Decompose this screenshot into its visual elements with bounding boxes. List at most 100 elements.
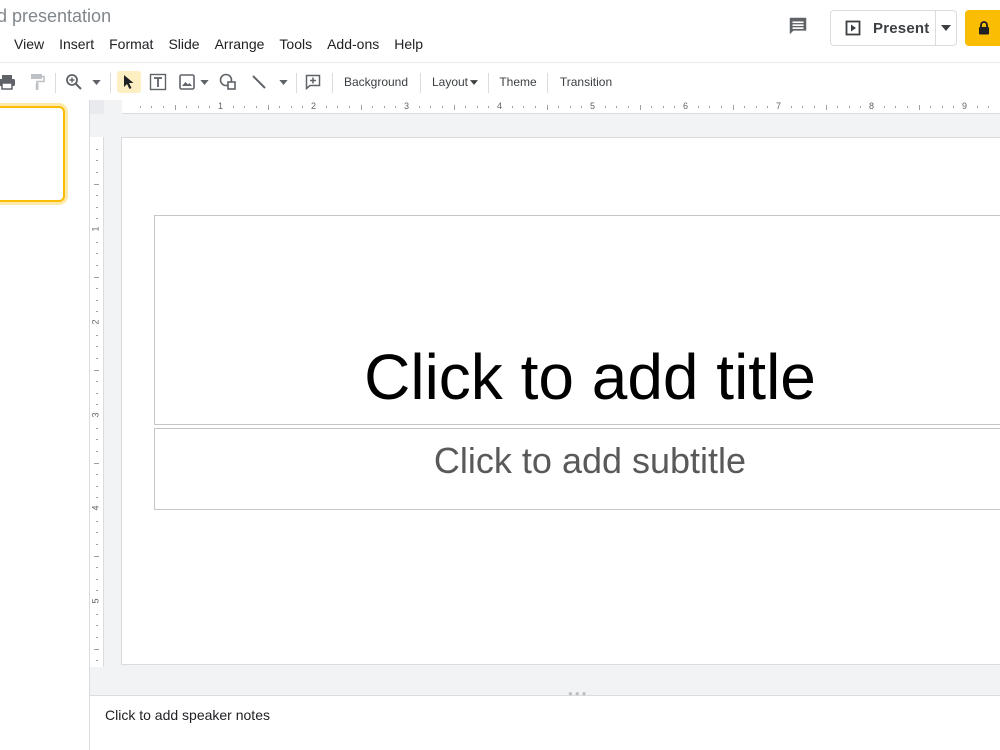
ruler-tick — [96, 520, 98, 522]
ruler-tick — [790, 106, 792, 108]
ruler-tick — [918, 105, 920, 110]
print-button[interactable] — [0, 71, 18, 93]
share-button[interactable] — [965, 10, 1000, 46]
document-title[interactable]: d presentation — [0, 6, 111, 27]
comment-history-button[interactable] — [784, 12, 812, 40]
lock-icon — [979, 21, 989, 35]
slide-canvas[interactable]: Click to add title Click to add subtitle — [121, 137, 1000, 665]
toolbar-divider — [488, 73, 489, 93]
ruler-tick — [732, 105, 734, 110]
vertical-ruler[interactable]: 1 2 3 4 5 — [90, 137, 104, 667]
ruler-tick — [476, 106, 478, 108]
paint-format-icon — [31, 74, 45, 90]
shape-icon — [219, 73, 236, 90]
ruler-tick — [94, 555, 99, 557]
ruler-tick — [953, 106, 955, 108]
select-tool-button[interactable] — [117, 71, 141, 93]
menu-view[interactable]: View — [14, 34, 44, 56]
ruler-tick — [848, 106, 850, 108]
ruler-tick — [186, 106, 188, 108]
menu-help[interactable]: Help — [394, 34, 423, 56]
ruler-corner — [90, 100, 104, 114]
toolbar-divider — [296, 73, 297, 93]
ruler-tick — [96, 439, 98, 441]
paint-format-button[interactable] — [26, 71, 48, 93]
ruler-tick — [546, 105, 548, 110]
zoom-button[interactable] — [63, 71, 103, 93]
ruler-tick — [96, 567, 98, 569]
ruler-tick — [697, 106, 699, 108]
shape-tool-button[interactable] — [217, 71, 239, 93]
image-icon — [179, 74, 195, 90]
speaker-notes-placeholder: Click to add speaker notes — [105, 707, 270, 723]
menu-format[interactable]: Format — [109, 34, 153, 56]
new-comment-button[interactable] — [302, 71, 324, 93]
ruler-tick — [96, 346, 98, 348]
textbox-tool-button[interactable] — [147, 71, 169, 93]
ruler-tick — [96, 148, 98, 150]
menu-insert[interactable]: Insert — [59, 34, 94, 56]
line-icon — [251, 75, 266, 89]
ruler-tick — [94, 648, 99, 650]
background-button[interactable]: Background — [338, 71, 414, 93]
menu-slide[interactable]: Slide — [168, 34, 199, 56]
ruler-tick — [96, 485, 98, 487]
horizontal-ruler[interactable]: 1 2 3 4 5 6 7 8 9 — [122, 100, 1000, 114]
ruler-tick — [523, 106, 525, 108]
new-comment-icon — [305, 74, 321, 90]
ruler-tick — [325, 106, 327, 108]
ruler-tick — [395, 106, 397, 108]
present-button[interactable]: Present — [831, 11, 936, 45]
menu-arrange[interactable]: Arrange — [215, 34, 265, 56]
toolbar-divider — [332, 73, 333, 93]
ruler-tick — [616, 106, 618, 108]
ruler-tick — [96, 660, 98, 662]
ruler-tick — [96, 636, 98, 638]
ruler-tick — [383, 106, 385, 108]
caret-down-icon — [941, 25, 951, 31]
comment-icon — [789, 17, 807, 35]
ruler-tick — [418, 106, 420, 108]
ruler-tick — [534, 106, 536, 108]
title-placeholder[interactable]: Click to add title — [154, 215, 1000, 425]
ruler-label: 2 — [311, 101, 317, 111]
ruler-label: 4 — [90, 505, 101, 511]
slide-editor: 1 2 3 4 5 6 7 8 9 1 2 3 4 5 Click to add title Click… — [90, 100, 1000, 688]
slide-thumbnail[interactable] — [0, 106, 65, 202]
menu-tools[interactable]: Tools — [279, 34, 312, 56]
ruler-tick — [976, 106, 978, 108]
ruler-tick — [453, 105, 455, 110]
ruler-tick — [302, 106, 304, 108]
ruler-tick — [267, 105, 269, 110]
ruler-tick — [837, 106, 839, 108]
caret-down-icon — [200, 79, 209, 85]
present-options-dropdown[interactable] — [936, 11, 956, 45]
ruler-tick — [96, 311, 98, 313]
ruler-tick — [581, 106, 583, 108]
ruler-tick — [96, 450, 98, 452]
line-tool-button[interactable] — [248, 71, 290, 93]
ruler-tick — [96, 253, 98, 255]
ruler-label: 7 — [776, 101, 782, 111]
notes-resize-divider[interactable] — [90, 688, 1000, 696]
ruler-tick — [558, 106, 560, 108]
layout-button[interactable]: Layout — [427, 71, 483, 93]
ruler-tick — [96, 206, 98, 208]
ruler-tick — [360, 105, 362, 110]
theme-button[interactable]: Theme — [495, 71, 541, 93]
subtitle-placeholder[interactable]: Click to add subtitle — [154, 428, 1000, 510]
ruler-label: 1 — [218, 101, 224, 111]
transition-button[interactable]: Transition — [554, 71, 618, 93]
ruler-tick — [96, 381, 98, 383]
ruler-tick — [96, 404, 98, 406]
layout-label: Layout — [431, 75, 469, 89]
menu-bar: View Insert Format Slide Arrange Tools A… — [14, 34, 438, 56]
caret-down-icon — [278, 79, 288, 85]
insert-image-button[interactable] — [176, 71, 212, 93]
ruler-label: 6 — [683, 101, 689, 111]
caret-down-icon — [470, 79, 479, 85]
speaker-notes-panel[interactable]: Click to add speaker notes — [90, 696, 1000, 750]
theme-label: Theme — [499, 75, 537, 89]
ruler-label: 5 — [590, 101, 596, 111]
menu-add-ons[interactable]: Add-ons — [327, 34, 379, 56]
